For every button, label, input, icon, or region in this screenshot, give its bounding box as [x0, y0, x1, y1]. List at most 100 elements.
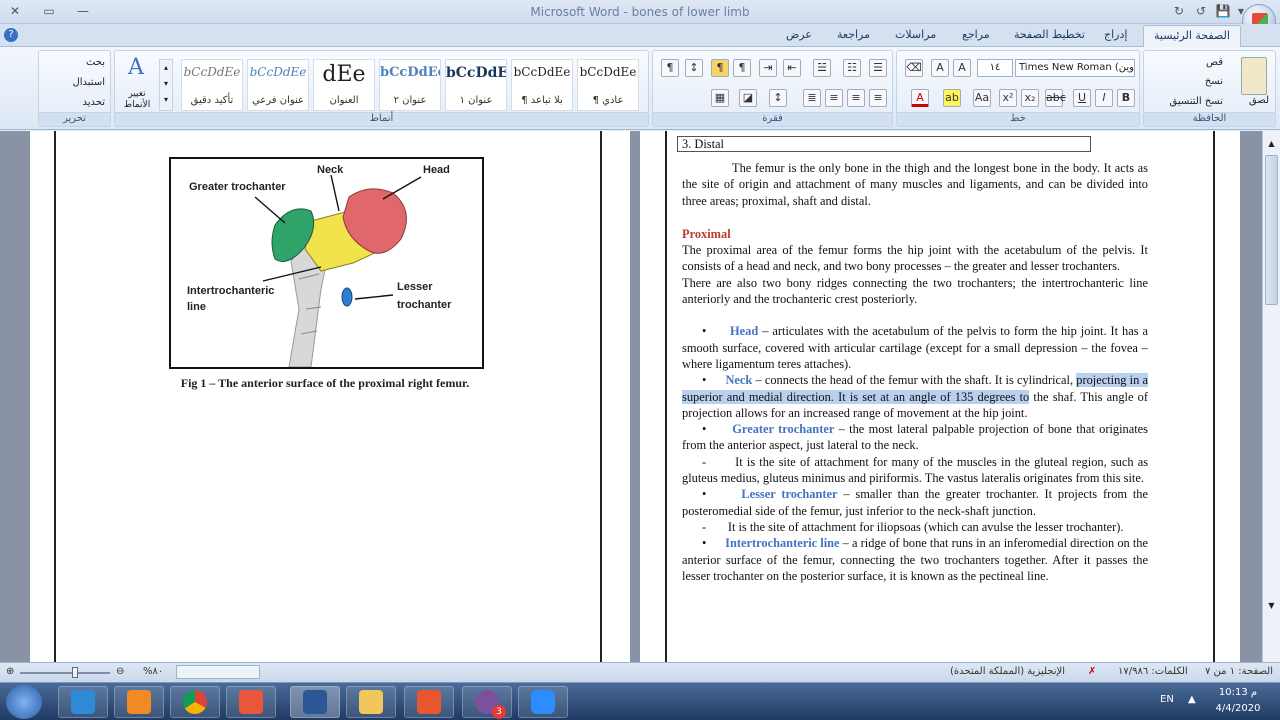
proximal-heading[interactable]: Proximal — [682, 226, 1148, 242]
scroll-thumb[interactable] — [1265, 155, 1278, 305]
taskbar-chrome[interactable] — [170, 686, 220, 718]
vertical-scrollbar[interactable]: ▲ ▼ — [1262, 131, 1280, 662]
proximal-paragraph-1[interactable]: The proximal area of the femur forms the… — [682, 242, 1148, 275]
zoom-slider-thumb[interactable] — [72, 667, 78, 678]
superscript-icon[interactable]: x² — [999, 89, 1017, 107]
scroll-down-icon[interactable]: ▼ — [1266, 601, 1277, 611]
tab-review[interactable]: مراجعة — [837, 28, 870, 41]
clock-time[interactable]: 10:13 م — [1208, 687, 1268, 698]
taskbar-recorder[interactable] — [226, 686, 276, 718]
find-button[interactable]: بحث — [45, 57, 105, 68]
style-no-spacing[interactable]: bCcDdEe ¶ بلا تباعد — [511, 59, 573, 111]
style-title[interactable]: dEe العنوان — [313, 59, 375, 111]
align-center-icon[interactable]: ≡ — [847, 89, 865, 107]
highlight-icon[interactable]: ab — [943, 89, 961, 107]
redo-icon[interactable]: ↻ — [1170, 3, 1188, 20]
bullets-icon[interactable]: ☰ — [869, 59, 887, 77]
bullet-head[interactable]: • Head – articulates with the acetabulum… — [682, 323, 1148, 372]
replace-button[interactable]: استبدال — [45, 77, 106, 88]
strikethrough-icon[interactable]: abc — [1045, 89, 1066, 107]
tab-page-layout[interactable]: تخطيط الصفحة — [1014, 28, 1085, 41]
clear-format-icon[interactable]: ⌫ — [905, 59, 923, 77]
taskbar-zoom[interactable] — [518, 686, 568, 718]
bullet-greater-trochanter[interactable]: • Greater trochanter – the most lateral … — [682, 421, 1148, 454]
styles-scroll[interactable]: ▴ ▾ ▾ — [159, 59, 173, 111]
undo-icon[interactable]: ↺ — [1192, 3, 1210, 20]
rtl-icon[interactable]: ¶ — [733, 59, 751, 77]
scroll-up-icon[interactable]: ▲ — [1266, 139, 1277, 149]
label-lesser-trochanter: trochanter — [397, 299, 452, 311]
language-indicator[interactable]: EN — [1160, 694, 1174, 705]
dash-gluteal[interactable]: - It is the site of attachment for many … — [682, 454, 1148, 487]
change-case-icon[interactable]: Aa — [973, 89, 991, 107]
taskbar-ie[interactable] — [58, 686, 108, 718]
taskbar-word[interactable] — [290, 686, 340, 718]
style-heading-1[interactable]: bCcDdEeعنوان ١ — [445, 59, 507, 111]
ltr-icon[interactable]: ¶ — [711, 59, 729, 77]
zoom-in-icon[interactable]: ⊕ — [6, 666, 14, 677]
style-subtle-emphasis[interactable]: bCcDdEe تأكيد دقيق — [181, 59, 243, 111]
justify-icon[interactable]: ≣ — [803, 89, 821, 107]
taskbar-media-player[interactable] — [114, 686, 164, 718]
tab-view[interactable]: عرض — [786, 28, 812, 41]
tray-arrow-icon[interactable]: ▲ — [1188, 694, 1196, 705]
zoom-level[interactable]: %٨٠ — [143, 666, 163, 677]
zoom-out-icon[interactable]: ⊖ — [116, 666, 124, 677]
bullet-neck[interactable]: • Neck – connects the head of the femur … — [682, 372, 1148, 421]
align-left-icon[interactable]: ≡ — [825, 89, 843, 107]
clock-date[interactable]: 4/4/2020 — [1208, 703, 1268, 714]
show-marks-icon[interactable]: ¶ — [661, 59, 679, 77]
table-cell-distal[interactable]: 3. Distal — [677, 136, 1091, 152]
document-body[interactable]: 3. Distal The femur is the only bone in … — [677, 131, 1148, 584]
cut-button[interactable]: قص — [1206, 57, 1223, 68]
underline-icon[interactable]: U — [1073, 89, 1091, 107]
font-name-select[interactable]: Times New Roman (ناوين — [1015, 59, 1135, 77]
subscript-icon[interactable]: x₂ — [1021, 89, 1039, 107]
help-icon[interactable]: ? — [4, 28, 18, 42]
language-status[interactable]: الإنجليزية (المملكة المتحدة) — [950, 666, 1065, 677]
align-right-icon[interactable]: ≡ — [869, 89, 887, 107]
italic-icon[interactable]: I — [1095, 89, 1113, 107]
bullet-intertrochanteric-line[interactable]: • Intertrochanteric line – a ridge of bo… — [682, 535, 1148, 584]
sort-icon[interactable]: ↕ — [685, 59, 703, 77]
word-count[interactable]: الكلمات: ١٧/٩٨٦ — [1118, 666, 1188, 677]
font-size-select[interactable]: ١٤ — [977, 59, 1013, 77]
dash-iliopsoas[interactable]: - It is the site of attachment for iliop… — [682, 519, 1148, 535]
tab-mailings[interactable]: مراسلات — [895, 28, 936, 41]
paste-icon[interactable] — [1241, 57, 1267, 95]
tab-references[interactable]: مراجع — [962, 28, 990, 41]
copy-button[interactable]: نسخ — [1205, 76, 1223, 87]
line-spacing-icon[interactable]: ↕ — [769, 89, 787, 107]
numbering-icon[interactable]: ☷ — [843, 59, 861, 77]
taskbar-explorer[interactable] — [346, 686, 396, 718]
grow-font-icon[interactable]: A — [931, 59, 949, 77]
view-buttons[interactable] — [176, 665, 260, 679]
save-icon[interactable]: 💾 — [1214, 3, 1232, 20]
change-styles-button[interactable]: تغيير الأنماط — [117, 89, 157, 111]
paragraph-group: ☰ ☷ ☱ ⇤ ⇥ ¶ ¶ ↕ ¶ ≡ ≡ ≡ ≣ ↕ ◪ ▦ فقرة — [652, 50, 893, 127]
taskbar-app-t[interactable] — [404, 686, 454, 718]
tab-insert[interactable]: إدراج — [1104, 28, 1127, 41]
proofing-icon[interactable]: ✗ — [1088, 666, 1096, 677]
bullet-lesser-trochanter[interactable]: • Lesser trochanter – smaller than the g… — [682, 486, 1148, 519]
decrease-indent-icon[interactable]: ⇤ — [783, 59, 801, 77]
select-button[interactable]: تحديد — [45, 97, 105, 108]
bold-icon[interactable]: B — [1117, 89, 1135, 107]
multilevel-list-icon[interactable]: ☱ — [813, 59, 831, 77]
increase-indent-icon[interactable]: ⇥ — [759, 59, 777, 77]
font-color-icon[interactable]: A — [911, 89, 929, 107]
change-styles-icon[interactable]: A — [119, 55, 153, 80]
zoom-slider[interactable] — [20, 672, 110, 674]
borders-icon[interactable]: ▦ — [711, 89, 729, 107]
style-heading-2[interactable]: bCcDdEe عنوان ٢ — [379, 59, 441, 111]
shrink-font-icon[interactable]: A — [953, 59, 971, 77]
page-count[interactable]: الصفحة: ١ من ٧ — [1205, 666, 1273, 677]
intro-paragraph[interactable]: The femur is the only bone in the thigh … — [682, 160, 1148, 209]
tab-home[interactable]: الصفحة الرئيسية — [1143, 25, 1241, 47]
format-painter-button[interactable]: نسخ التنسيق — [1170, 96, 1223, 107]
style-subtitle[interactable]: bCcDdEe عنوان فرعي — [247, 59, 309, 111]
proximal-paragraph-2[interactable]: There are also two bony ridges connectin… — [682, 275, 1148, 308]
style-normal[interactable]: bCcDdEe ¶ عادي — [577, 59, 639, 111]
shading-icon[interactable]: ◪ — [739, 89, 757, 107]
start-button[interactable] — [6, 685, 42, 719]
